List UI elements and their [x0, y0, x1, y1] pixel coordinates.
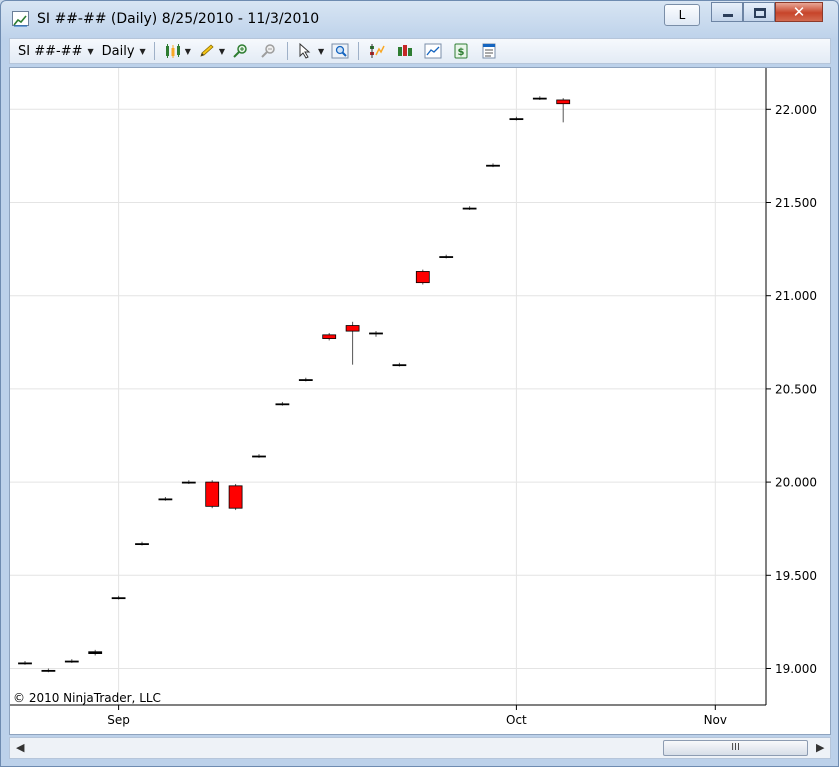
candle-body[interactable]	[41, 669, 56, 672]
candle-body[interactable]	[181, 481, 196, 484]
candlestick-style-icon	[165, 44, 180, 58]
candle-body[interactable]	[392, 364, 407, 367]
data-box-icon	[482, 43, 496, 59]
candle-body[interactable]	[88, 651, 103, 654]
pencil-drawing-icon	[200, 44, 214, 57]
instrument-selector[interactable]: SI ##-## ▼	[14, 40, 98, 62]
indicators-icon	[370, 44, 385, 58]
candle-body[interactable]	[64, 660, 79, 663]
y-axis-label: 20.000	[775, 476, 817, 490]
candle-body[interactable]	[205, 481, 220, 507]
indicators-button[interactable]	[363, 40, 391, 62]
chevron-down-icon: ▼	[184, 46, 191, 56]
y-axis-label: 19.500	[775, 569, 817, 583]
chart-window: SI ##-## (Daily) 8/25/2010 - 11/3/2010 L…	[0, 0, 839, 767]
copyright-text: © 2010 NinjaTrader, LLC	[13, 691, 161, 705]
drawing-tools-button[interactable]: ▼	[193, 40, 227, 62]
scroll-right-icon[interactable]: ▶	[816, 741, 824, 754]
candle-body[interactable]	[135, 543, 149, 546]
chevron-down-icon: ▼	[218, 46, 226, 56]
link-button[interactable]: L	[664, 4, 700, 26]
instrument-label: SI ##-##	[18, 43, 83, 59]
chart-app-icon	[12, 11, 29, 27]
title-bar[interactable]: SI ##-## (Daily) 8/25/2010 - 11/3/2010 L…	[1, 1, 838, 35]
candle-body[interactable]	[462, 207, 477, 210]
window-controls: ✕	[711, 2, 823, 23]
candle-body[interactable]	[18, 662, 32, 665]
zoom-out-button[interactable]	[255, 40, 283, 62]
toolbar-separator	[287, 42, 289, 60]
scroll-left-icon[interactable]: ◀	[16, 741, 24, 754]
chart-style-button[interactable]: ▼	[159, 40, 193, 62]
candle-body[interactable]	[345, 325, 360, 332]
interval-selector[interactable]: Daily ▼	[98, 40, 150, 62]
zoom-out-icon	[261, 44, 275, 58]
minimize-icon	[723, 14, 733, 17]
dollar-orders-icon: $	[454, 43, 468, 59]
close-icon: ✕	[792, 3, 806, 21]
minimize-button[interactable]	[711, 2, 743, 22]
cursor-mode-button[interactable]: ▼	[292, 40, 326, 62]
chart-toolbar: SI ##-## ▼ Daily ▼ ▼ ▼ ▼ $	[9, 38, 831, 64]
candle-body[interactable]	[439, 256, 454, 258]
maximize-button[interactable]	[743, 2, 775, 22]
y-axis-label: 20.500	[775, 382, 817, 396]
candlestick-chart[interactable]: Sep Oct Nov 19.000 19.500 20.000 20.500 21.000 2…	[10, 68, 830, 734]
x-axis-label: Nov	[704, 713, 727, 727]
zoom-in-button[interactable]	[227, 40, 255, 62]
strategies-icon	[398, 45, 413, 56]
chevron-down-icon: ▼	[139, 46, 146, 56]
candle-body[interactable]	[322, 334, 337, 339]
toolbar-separator	[358, 42, 360, 60]
maximize-icon	[754, 8, 766, 18]
candle-body[interactable]	[486, 164, 500, 167]
y-axis-label: 21.000	[775, 289, 817, 303]
candle-body[interactable]	[158, 498, 173, 501]
y-axis-label: 22.000	[775, 103, 817, 117]
candle-body[interactable]	[556, 99, 571, 105]
chart-properties-icon	[424, 43, 442, 59]
orders-button[interactable]: $	[447, 40, 475, 62]
chart-properties-button[interactable]	[419, 40, 447, 62]
close-button[interactable]: ✕	[775, 2, 823, 22]
window-title: SI ##-## (Daily) 8/25/2010 - 11/3/2010	[37, 11, 320, 27]
candle-body[interactable]	[369, 332, 383, 335]
price-chart-panel[interactable]: Sep Oct Nov 19.000 19.500 20.000 20.500 21.000 2…	[9, 67, 831, 735]
interval-label: Daily	[101, 43, 135, 59]
candle-body[interactable]	[532, 97, 547, 100]
y-axis-label: 21.500	[775, 196, 817, 210]
cursor-icon	[299, 43, 311, 59]
scrollbar-thumb[interactable]: III	[663, 740, 808, 756]
chevron-down-icon: ▼	[318, 46, 325, 56]
horizontal-scrollbar[interactable]: ◀ III ▶	[9, 737, 831, 759]
x-axis-label: Sep	[107, 713, 130, 727]
candle-body[interactable]	[111, 597, 126, 600]
data-box-button[interactable]	[475, 40, 503, 62]
magnifier-icon	[331, 43, 349, 59]
toolbar-separator	[153, 42, 155, 60]
candle-body[interactable]	[415, 271, 430, 284]
svg-text:$: $	[458, 47, 465, 58]
candle-body[interactable]	[298, 379, 313, 381]
find-button[interactable]	[326, 40, 354, 62]
zoom-in-icon	[233, 44, 247, 58]
y-axis-label: 19.000	[775, 662, 817, 676]
candle-body[interactable]	[275, 403, 290, 406]
candle-body[interactable]	[228, 485, 243, 509]
x-axis-label: Oct	[506, 713, 527, 727]
chevron-down-icon: ▼	[87, 46, 94, 56]
strategies-button[interactable]	[391, 40, 419, 62]
candle-body[interactable]	[252, 455, 266, 458]
candle-body[interactable]	[509, 118, 524, 121]
